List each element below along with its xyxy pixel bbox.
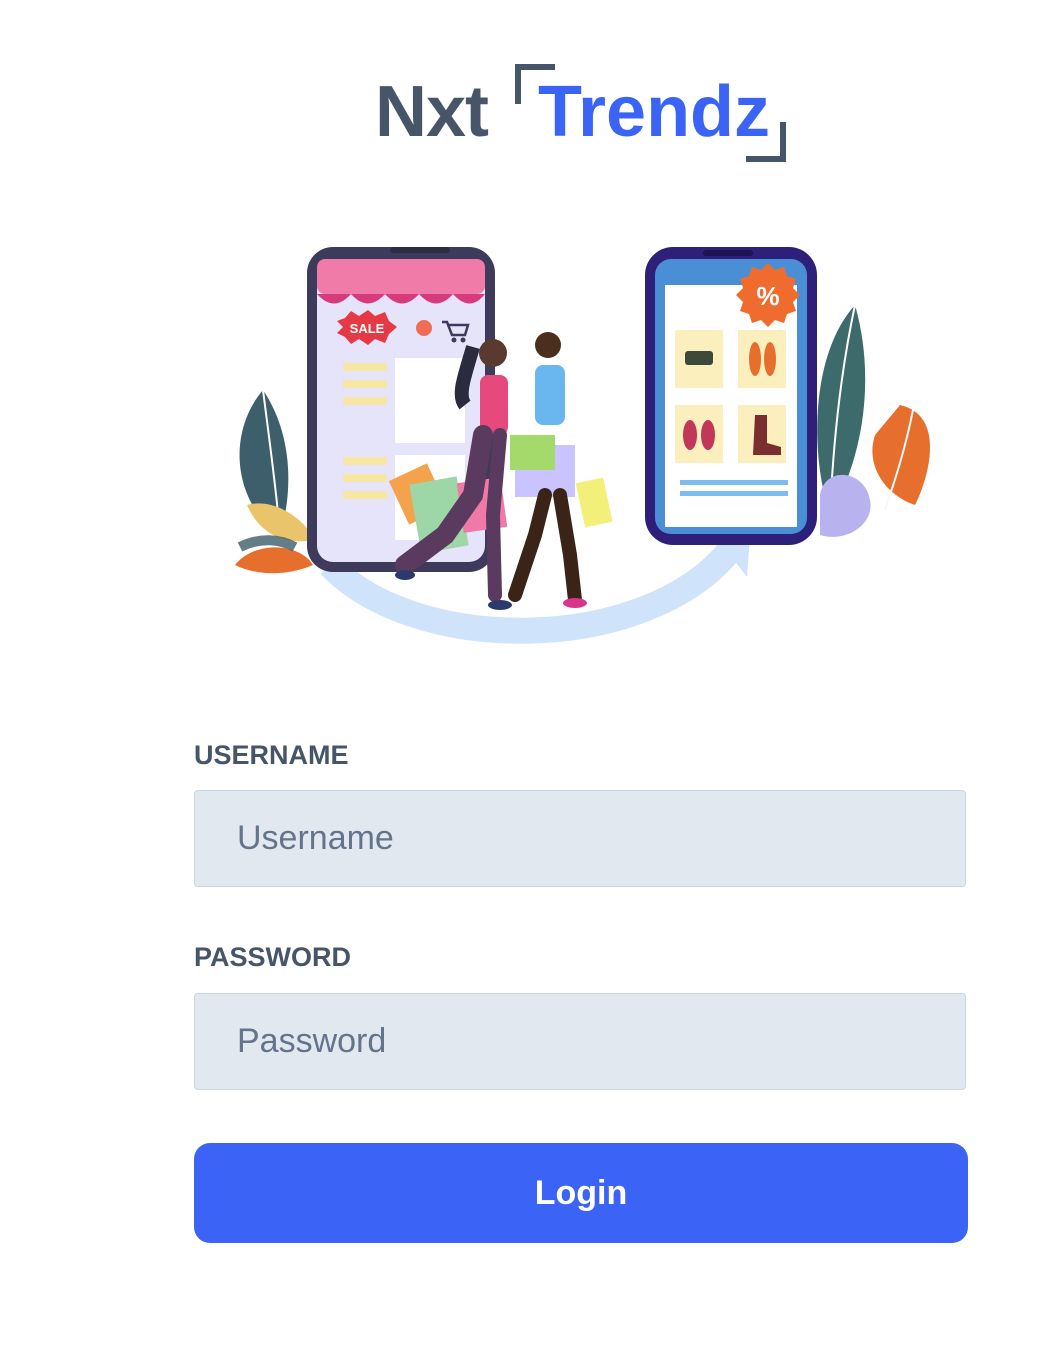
username-label: USERNAME [194, 740, 349, 770]
brand-name-nxt: Nxt [375, 72, 489, 152]
brand-logo: Nxt Trendz [370, 60, 800, 170]
password-label: PASSWORD [194, 942, 352, 972]
sale-badge: SALE [350, 321, 385, 336]
left-leaf-plant [235, 389, 315, 574]
username-input[interactable] [194, 790, 966, 887]
password-input[interactable] [194, 993, 966, 1090]
brand-name-trendz: Trendz [538, 72, 771, 152]
discount-badge: % [756, 281, 779, 311]
right-leaf-plant [817, 304, 930, 537]
shopping-illustration: SALE % [235, 247, 930, 644]
logo-bracket-bottom-right [746, 122, 786, 162]
login-button[interactable]: Login [194, 1143, 968, 1243]
right-phone: % [645, 247, 817, 545]
